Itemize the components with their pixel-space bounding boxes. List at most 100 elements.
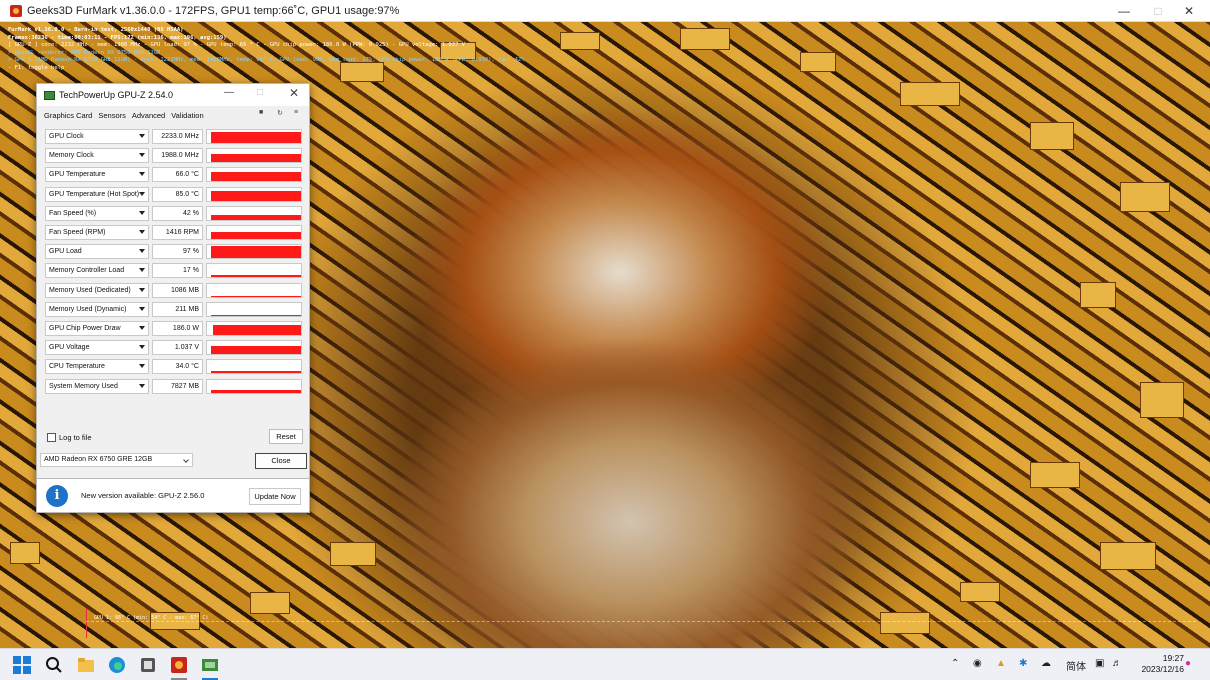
gpuz-taskbar-icon[interactable] xyxy=(200,655,220,675)
tab-advanced[interactable]: Advanced xyxy=(132,110,165,121)
chevron-down-icon xyxy=(139,306,145,311)
sensor-name: GPU Chip Power Draw xyxy=(49,324,121,332)
edge-browser-icon[interactable] xyxy=(107,655,127,675)
update-message: New version available: GPU-Z 2.56.0 xyxy=(81,491,205,500)
sensor-name-dropdown[interactable]: Fan Speed (%) xyxy=(45,205,149,221)
osd-line: [ GPU-Z ] core: 2232 MHz - mem: 1988 MHz… xyxy=(8,42,465,48)
sensor-value: 1086 MB xyxy=(152,282,203,298)
sensor-value: 97 % xyxy=(152,244,203,260)
sensor-name-dropdown[interactable]: GPU Voltage xyxy=(45,340,149,356)
clock-time: 19:27 xyxy=(1162,653,1184,663)
sensor-name-dropdown[interactable]: Memory Used (Dedicated) xyxy=(45,282,149,298)
chevron-down-icon xyxy=(139,345,145,350)
volume-icon[interactable]: ♬ xyxy=(1112,658,1122,669)
sensor-graph-fill xyxy=(211,389,301,393)
menu-icon[interactable]: ≡ xyxy=(294,109,298,116)
sensor-name-dropdown[interactable]: Memory Used (Dynamic) xyxy=(45,301,149,317)
app-tool-icon[interactable] xyxy=(138,655,158,675)
temp-graph-line xyxy=(86,621,1196,622)
sensor-name: GPU Temperature xyxy=(49,171,106,179)
sensor-name: GPU Load xyxy=(49,248,82,256)
sensor-graph xyxy=(206,282,302,298)
sensor-value: 186.0 W xyxy=(152,320,203,336)
sensor-graph xyxy=(206,186,302,202)
sensor-row: GPU Temperature 66.0 °C xyxy=(45,165,305,184)
gpu-card-icon xyxy=(44,90,55,100)
furmark-app-icon xyxy=(10,4,22,17)
furmark-taskbar-icon[interactable] xyxy=(169,655,189,675)
maximize-icon[interactable]: □ xyxy=(1141,0,1175,22)
checkbox-icon[interactable] xyxy=(47,433,56,442)
chevron-up-icon[interactable]: ⌃ xyxy=(951,658,959,669)
tab-graphics-card[interactable]: Graphics Card xyxy=(44,110,92,121)
display-icon[interactable]: ▣ xyxy=(1095,658,1104,669)
sensor-name-dropdown[interactable]: GPU Load xyxy=(45,244,149,260)
gpuz-titlebar[interactable]: TechPowerUp GPU-Z 2.54.0 — □ ✕ xyxy=(37,84,309,106)
minimize-icon[interactable]: — xyxy=(1107,0,1141,22)
system-clock[interactable]: 19:27 2023/12/16 xyxy=(1141,653,1184,675)
gpu-select-value: AMD Radeon RX 6750 GRE 12GB xyxy=(44,456,153,463)
sensor-graph-fill xyxy=(213,324,301,335)
sensor-name: GPU Clock xyxy=(49,133,84,141)
osd-line: - F1: toggle help xyxy=(8,64,65,71)
sensor-value: 17 % xyxy=(152,263,203,279)
osd-line: > OpenGL renderer: AMD Radeon RX 6750 GR… xyxy=(8,49,161,56)
camera-icon[interactable]: ■ xyxy=(259,109,263,116)
security-icon[interactable]: ▲ xyxy=(996,658,1006,669)
file-explorer-icon[interactable] xyxy=(76,655,96,675)
sensor-name-dropdown[interactable]: GPU Temperature xyxy=(45,167,149,183)
sensor-name: CPU Temperature xyxy=(49,363,105,371)
close-button[interactable]: Close xyxy=(255,453,307,469)
notification-icon[interactable]: ● xyxy=(1185,658,1191,669)
reset-button[interactable]: Reset xyxy=(269,429,303,444)
sensor-name-dropdown[interactable]: GPU Clock xyxy=(45,129,149,145)
maximize-icon[interactable]: □ xyxy=(251,87,269,98)
tab-sensors[interactable]: Sensors xyxy=(98,110,126,121)
bluetooth-icon[interactable]: ✱ xyxy=(1019,658,1027,669)
sensor-name-dropdown[interactable]: System Memory Used xyxy=(45,378,149,394)
sensor-graph-fill xyxy=(211,214,301,220)
chevron-down-icon xyxy=(139,287,145,292)
temp-graph-axis xyxy=(86,608,87,638)
clock-date: 2023/12/16 xyxy=(1141,664,1184,674)
sensor-graph-fill xyxy=(211,371,301,374)
sensor-name-dropdown[interactable]: Fan Speed (RPM) xyxy=(45,225,149,241)
sensor-graph xyxy=(206,225,302,241)
sensor-value: 66.0 °C xyxy=(152,167,203,183)
cloud-icon[interactable]: ☁ xyxy=(1041,658,1051,669)
sensor-graph xyxy=(206,167,302,183)
sensor-value: 42 % xyxy=(152,205,203,221)
sensor-name-dropdown[interactable]: Memory Controller Load xyxy=(45,263,149,279)
search-icon[interactable] xyxy=(44,655,64,675)
desktop-screen: Geeks3D FurMark v1.36.0.0 - 172FPS, GPU1… xyxy=(0,0,1210,680)
log-to-file-label: Log to file xyxy=(59,433,92,442)
ime-indicator[interactable]: 简体 xyxy=(1066,658,1086,673)
close-icon[interactable]: ✕ xyxy=(1172,0,1206,22)
windows-start-icon[interactable] xyxy=(12,655,32,675)
steam-icon[interactable]: ◉ xyxy=(973,658,982,669)
sensor-name: Memory Clock xyxy=(49,152,94,160)
sensor-value: 34.0 °C xyxy=(152,359,203,375)
close-icon[interactable]: ✕ xyxy=(285,86,303,100)
sensor-value: 211 MB xyxy=(152,301,203,317)
sensor-value: 7827 MB xyxy=(152,378,203,394)
chevron-down-icon xyxy=(139,230,145,235)
minimize-icon[interactable]: — xyxy=(220,87,238,98)
sensor-name: Memory Used (Dedicated) xyxy=(49,286,131,294)
refresh-icon[interactable]: ↻ xyxy=(277,109,283,117)
tab-validation[interactable]: Validation xyxy=(171,110,203,121)
sensor-name-dropdown[interactable]: GPU Temperature (Hot Spot) xyxy=(45,186,149,202)
sensor-row: System Memory Used 7827 MB xyxy=(45,376,305,395)
update-now-button[interactable]: Update Now xyxy=(249,488,301,505)
furmark-titlebar[interactable]: Geeks3D FurMark v1.36.0.0 - 172FPS, GPU1… xyxy=(0,0,1210,22)
chevron-down-icon xyxy=(139,325,145,330)
gpu-select-dropdown[interactable]: AMD Radeon RX 6750 GRE 12GB xyxy=(40,453,193,467)
log-to-file-checkbox[interactable]: Log to file xyxy=(47,433,92,442)
sensor-row: GPU Temperature (Hot Spot) 85.0 °C xyxy=(45,185,305,204)
sensor-name-dropdown[interactable]: CPU Temperature xyxy=(45,359,149,375)
sensor-name-dropdown[interactable]: Memory Clock xyxy=(45,148,149,164)
chevron-down-icon xyxy=(139,191,145,196)
sensor-graph xyxy=(206,378,302,394)
sensor-name-dropdown[interactable]: GPU Chip Power Draw xyxy=(45,320,149,336)
chevron-down-icon xyxy=(139,268,145,273)
